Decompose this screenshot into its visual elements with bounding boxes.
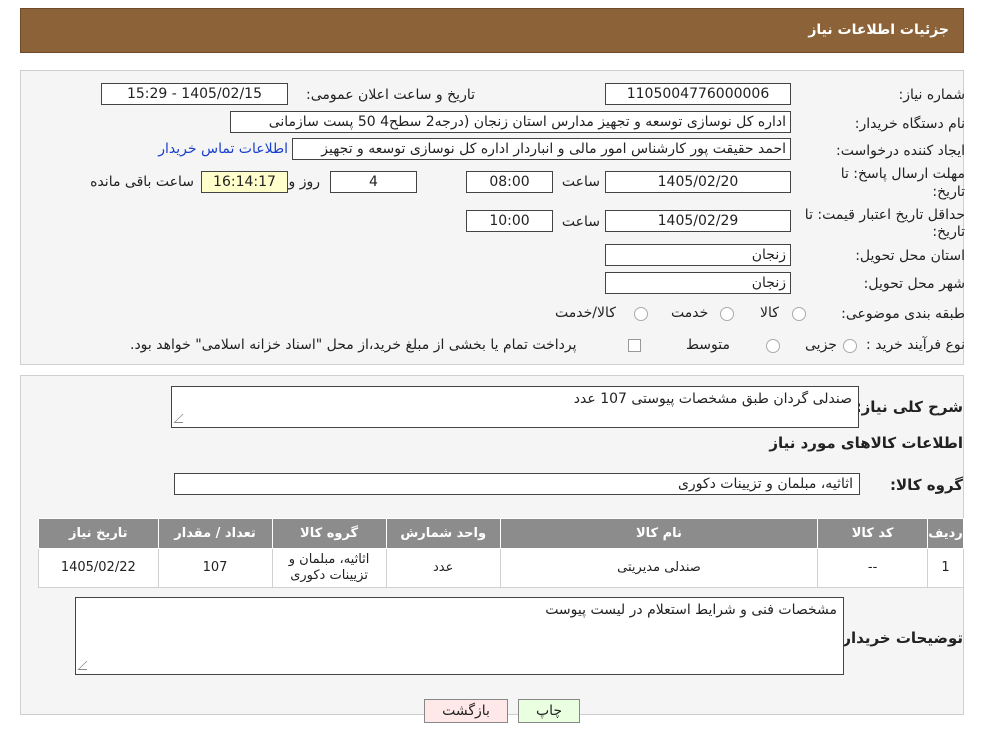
buyer-notes-text: مشخصات فنی و شرایط استعلام در لیست پیوست: [545, 602, 837, 618]
deadline-date-field: 1405/02/20: [605, 171, 791, 193]
print-button[interactable]: چاپ: [518, 699, 580, 723]
deadline-label: مهلت ارسال پاسخ: تا: [840, 166, 965, 182]
page-header: جزئیات اطلاعات نیاز: [20, 8, 964, 53]
days-label: روز و: [288, 174, 321, 190]
remaining-time-label: ساعت باقی مانده: [90, 174, 194, 190]
page-title: جزئیات اطلاعات نیاز: [808, 22, 949, 38]
cell-unit: عدد: [385, 548, 501, 588]
process-type-label: نوع فرآیند خرید :: [866, 337, 965, 353]
col-name: نام کالا: [499, 518, 819, 549]
resize-handle-icon[interactable]: [173, 414, 192, 423]
col-row: ردیف: [927, 518, 964, 549]
requester-label: ایجاد کننده درخواست:: [836, 143, 965, 159]
cell-qty: 107: [157, 548, 273, 588]
resize-handle-icon[interactable]: [77, 661, 96, 670]
cell-name: صندلی مدیریتی: [499, 548, 819, 588]
cell-date: 1405/02/22: [38, 548, 159, 588]
price-validity-label-date: تاریخ:: [932, 224, 965, 240]
validity-date-field: 1405/02/29: [605, 210, 791, 232]
deadline-label-date: تاریخ:: [932, 184, 965, 200]
city-field: زنجان: [605, 272, 791, 294]
need-number-field: 1105004776000006: [605, 83, 791, 105]
col-code: کد کالا: [817, 518, 929, 549]
category-label: طبقه بندی موضوعی:: [841, 306, 965, 322]
treasury-docs-checkbox[interactable]: [628, 339, 641, 352]
price-validity-label: حداقل تاریخ اعتبار قیمت: تا: [804, 207, 965, 223]
process-minor-radio[interactable]: [843, 339, 857, 353]
cell-row: 1: [927, 548, 964, 588]
remaining-days-field: 4: [330, 171, 417, 193]
buyer-org-field: اداره کل نوسازی توسعه و تجهیز مدارس استا…: [230, 111, 791, 133]
category-service-label: خدمت: [671, 305, 709, 321]
table-row: 1 -- صندلی مدیریتی عدد اثاثیه، مبلمان و …: [38, 548, 964, 588]
cell-code: --: [817, 548, 929, 588]
goods-group-field: اثاثیه، مبلمان و تزیینات دکوری: [174, 473, 860, 495]
process-medium-radio[interactable]: [766, 339, 780, 353]
validity-time-label: ساعت: [561, 214, 600, 230]
province-label: استان محل تحویل:: [855, 248, 965, 264]
process-minor-label: جزیی: [805, 337, 837, 353]
announce-datetime-field: 1405/02/15 - 15:29: [101, 83, 288, 105]
goods-table: ردیف کد کالا نام کالا واحد شمارش گروه کا…: [38, 518, 964, 588]
buyer-notes-label: توضیحات خریدار:: [836, 629, 963, 647]
col-group: گروه کالا: [271, 518, 387, 549]
treasury-docs-note: پرداخت تمام یا بخشی از مبلغ خرید،از محل …: [130, 337, 577, 353]
need-number-label: شماره نیاز:: [898, 87, 966, 103]
buyer-notes-field[interactable]: مشخصات فنی و شرایط استعلام در لیست پیوست: [75, 597, 844, 675]
announce-datetime-label: تاریخ و ساعت اعلان عمومی:: [306, 87, 475, 103]
category-goods-radio[interactable]: [792, 307, 806, 321]
category-goods-service-radio[interactable]: [634, 307, 648, 321]
goods-info-title: اطلاعات کالاهای مورد نیاز: [769, 434, 963, 452]
buyer-contact-link[interactable]: اطلاعات تماس خریدار: [158, 141, 288, 157]
validity-time-field: 10:00: [466, 210, 553, 232]
need-description-field[interactable]: صندلی گردان طبق مشخصات پیوستی 107 عدد: [171, 386, 859, 428]
category-goods-label: کالا: [760, 305, 779, 321]
province-field: زنجان: [605, 244, 791, 266]
col-qty: تعداد / مقدار: [157, 518, 273, 549]
category-goods-service-label: کالا/خدمت: [555, 305, 616, 321]
deadline-time-field: 08:00: [466, 171, 553, 193]
cell-group: اثاثیه، مبلمان و تزیینات دکوری: [271, 548, 387, 588]
need-description-label: شرح کلی نیاز:: [855, 398, 963, 416]
remaining-time-field: 16:14:17: [201, 171, 288, 193]
city-label: شهر محل تحویل:: [863, 276, 965, 292]
buyer-org-label: نام دستگاه خریدار:: [854, 116, 965, 132]
need-description-text: صندلی گردان طبق مشخصات پیوستی 107 عدد: [573, 391, 852, 407]
goods-group-label: گروه کالا:: [890, 476, 963, 494]
col-unit: واحد شمارش: [385, 518, 501, 549]
goods-table-header: ردیف کد کالا نام کالا واحد شمارش گروه کا…: [38, 518, 964, 549]
back-button[interactable]: بازگشت: [424, 699, 508, 723]
category-service-radio[interactable]: [720, 307, 734, 321]
deadline-time-label: ساعت: [561, 174, 600, 190]
col-date: تاریخ نیاز: [38, 518, 159, 549]
process-medium-label: متوسط: [686, 337, 730, 353]
requester-field: احمد حقیقت پور کارشناس امور مالی و انبار…: [292, 138, 791, 160]
